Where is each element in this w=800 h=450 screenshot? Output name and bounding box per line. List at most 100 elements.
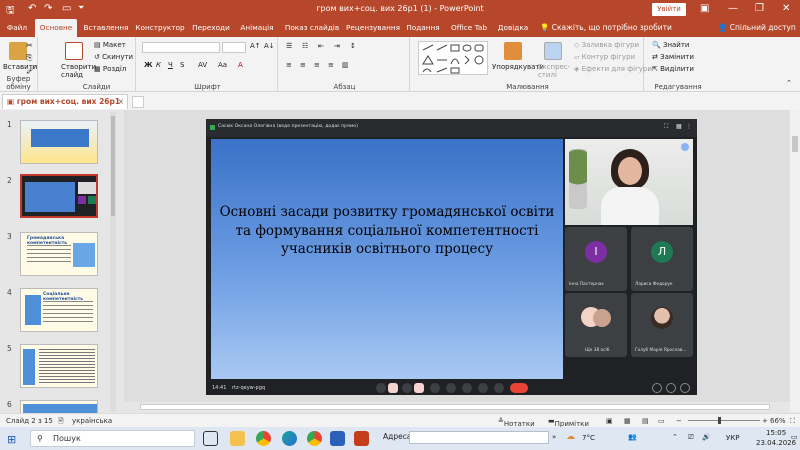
shape-fill-button[interactable]: ◇ Заливка фігури bbox=[574, 41, 639, 49]
horizontal-scrollbar[interactable] bbox=[124, 402, 790, 412]
bold-button[interactable]: Ж bbox=[144, 61, 153, 69]
network-icon[interactable]: ⎚ bbox=[688, 433, 694, 442]
slide-thumbnail-4[interactable]: Соціальна компетентність bbox=[20, 288, 98, 332]
chrome-icon[interactable] bbox=[256, 431, 271, 446]
shapes-gallery[interactable] bbox=[418, 41, 488, 75]
undo-icon[interactable]: ↶ bbox=[28, 3, 36, 14]
vertical-scrollbar[interactable] bbox=[790, 110, 800, 412]
present-screen-icon[interactable] bbox=[462, 383, 472, 393]
tab-officetab[interactable]: Office Tab bbox=[448, 19, 490, 37]
quick-styles-icon[interactable] bbox=[544, 42, 562, 60]
format-painter-icon[interactable]: 🖌 bbox=[26, 65, 36, 74]
new-slide-icon[interactable] bbox=[65, 42, 83, 60]
raise-hand-icon[interactable] bbox=[478, 383, 488, 393]
grid-icon[interactable]: ▦ bbox=[676, 123, 682, 130]
file-explorer-icon[interactable] bbox=[230, 431, 245, 446]
ribbon-display-icon[interactable]: ▣ bbox=[700, 3, 709, 14]
mic-off-icon[interactable] bbox=[388, 383, 398, 393]
address-dropdown-icon[interactable]: » bbox=[552, 433, 556, 441]
quick-styles-button[interactable]: Експрес-стилі bbox=[538, 63, 570, 79]
info-icon[interactable] bbox=[652, 383, 662, 393]
notes-button[interactable]: ≙ Нотатки bbox=[498, 417, 535, 428]
close-icon[interactable]: ✕ bbox=[782, 3, 790, 14]
zoom-slider[interactable] bbox=[688, 420, 760, 421]
emoji-icon[interactable] bbox=[446, 383, 456, 393]
reading-view-icon[interactable]: ▤ bbox=[642, 417, 649, 425]
fullscreen-icon[interactable]: ⛶ bbox=[664, 123, 668, 131]
restore-icon[interactable]: ❐ bbox=[755, 3, 764, 14]
clock-time[interactable]: 15:05 bbox=[766, 429, 786, 437]
change-case-icon[interactable]: Aa bbox=[218, 61, 227, 69]
columns-icon[interactable]: ▥ bbox=[342, 61, 349, 69]
reset-button[interactable]: ↺ Скинути bbox=[94, 53, 133, 61]
edge-icon[interactable] bbox=[282, 431, 297, 446]
people-icon[interactable] bbox=[666, 383, 676, 393]
scroll-thumb[interactable] bbox=[792, 136, 798, 152]
slide-thumbnail-3[interactable]: Громадянська компетентність bbox=[20, 232, 98, 276]
decrease-indent-icon[interactable]: ⇤ bbox=[318, 42, 324, 50]
save-icon[interactable]: 🖫 bbox=[6, 3, 15, 20]
login-button[interactable]: Увійти bbox=[652, 3, 686, 16]
tab-help[interactable]: Довідка bbox=[494, 19, 532, 37]
show-hidden-icon[interactable]: ⌃ bbox=[672, 433, 678, 441]
participant-tile[interactable]: Голуб Марія Ярослав... bbox=[631, 293, 693, 357]
horizontal-scroll-thumb[interactable] bbox=[140, 404, 770, 410]
bullets-icon[interactable]: ☰ bbox=[286, 42, 292, 50]
taskbar-search[interactable]: ⚲ Пошук bbox=[30, 430, 195, 447]
numbering-icon[interactable]: ☷ bbox=[302, 42, 308, 50]
collapse-ribbon-icon[interactable]: ⌃ bbox=[786, 79, 792, 87]
more-options-icon[interactable] bbox=[494, 383, 504, 393]
underline-button[interactable]: Ч bbox=[168, 61, 173, 69]
layout-button[interactable]: ▤ Макет bbox=[94, 41, 126, 49]
chat-icon[interactable] bbox=[680, 383, 690, 393]
participant-tile[interactable]: І Інна Пастернак bbox=[565, 227, 627, 291]
paste-icon[interactable] bbox=[9, 42, 27, 60]
char-spacing-icon[interactable]: AV bbox=[198, 61, 207, 69]
current-slide[interactable]: Сасюк Оксана Олегівна (веде презентацію,… bbox=[206, 119, 697, 395]
new-slide-button[interactable]: Створити слайд bbox=[61, 63, 96, 79]
share-button[interactable]: 👤 Спільний доступ bbox=[718, 19, 796, 37]
tab-file[interactable]: Файл bbox=[4, 19, 30, 37]
normal-view-icon[interactable]: ▣ bbox=[606, 417, 613, 425]
shape-effects-button[interactable]: ◈ Ефекти для фігури bbox=[574, 65, 652, 73]
grow-font-icon[interactable]: A↑ bbox=[250, 42, 261, 50]
tab-animations[interactable]: Анімація bbox=[237, 19, 277, 37]
slide-thumbnail-5[interactable] bbox=[20, 344, 98, 388]
slide-thumbnail-6[interactable] bbox=[20, 400, 98, 413]
camera-off-icon[interactable] bbox=[414, 383, 424, 393]
fit-slide-icon[interactable]: ⛶ bbox=[790, 417, 795, 426]
line-spacing-icon[interactable]: ↕ bbox=[350, 42, 356, 50]
task-view-icon[interactable] bbox=[203, 431, 218, 446]
slide-thumbnail-2[interactable] bbox=[20, 174, 98, 218]
shrink-font-icon[interactable]: A↓ bbox=[264, 42, 275, 50]
chrome-icon[interactable] bbox=[307, 431, 322, 446]
more-icon[interactable]: ⋮ bbox=[686, 123, 692, 130]
document-tab-close-icon[interactable]: × bbox=[118, 95, 124, 109]
minimize-icon[interactable]: — bbox=[728, 3, 738, 14]
font-size-field[interactable] bbox=[222, 42, 246, 53]
thumbnails-scroll-thumb[interactable] bbox=[111, 116, 115, 216]
increase-indent-icon[interactable]: ⇥ bbox=[334, 42, 340, 50]
qat-more-icon[interactable]: ⏷ bbox=[78, 3, 84, 13]
word-icon[interactable] bbox=[330, 431, 345, 446]
powerpoint-icon[interactable] bbox=[354, 431, 369, 446]
tab-review[interactable]: Рецензування bbox=[345, 19, 401, 37]
mic-options-icon[interactable] bbox=[376, 383, 386, 393]
arrange-button[interactable]: Упорядкувати bbox=[492, 63, 544, 71]
select-button[interactable]: ⇱ Виділити bbox=[652, 65, 694, 73]
arrange-icon[interactable] bbox=[504, 42, 522, 60]
tell-me-box[interactable]: 💡 Скажіть, що потрібно зробити bbox=[540, 19, 672, 37]
copy-icon[interactable]: ⎘ bbox=[26, 53, 32, 63]
new-document-tab-button[interactable] bbox=[132, 96, 144, 108]
shape-outline-button[interactable]: ▱ Контур фігури bbox=[574, 53, 635, 61]
align-left-icon[interactable]: ≡ bbox=[286, 61, 292, 69]
slide-thumbnail-1[interactable] bbox=[20, 120, 98, 164]
language[interactable]: українська bbox=[72, 417, 112, 425]
participant-tile[interactable]: Л Лариса Федорук bbox=[631, 227, 693, 291]
speaker-icon[interactable]: 🔊 bbox=[702, 433, 711, 441]
camera-options-icon[interactable] bbox=[402, 383, 412, 393]
present-icon[interactable]: ▭ bbox=[62, 3, 71, 14]
font-color-icon[interactable]: A bbox=[238, 61, 243, 69]
slideshow-view-icon[interactable]: ▭ bbox=[658, 417, 665, 425]
leave-call-icon[interactable] bbox=[510, 383, 528, 393]
